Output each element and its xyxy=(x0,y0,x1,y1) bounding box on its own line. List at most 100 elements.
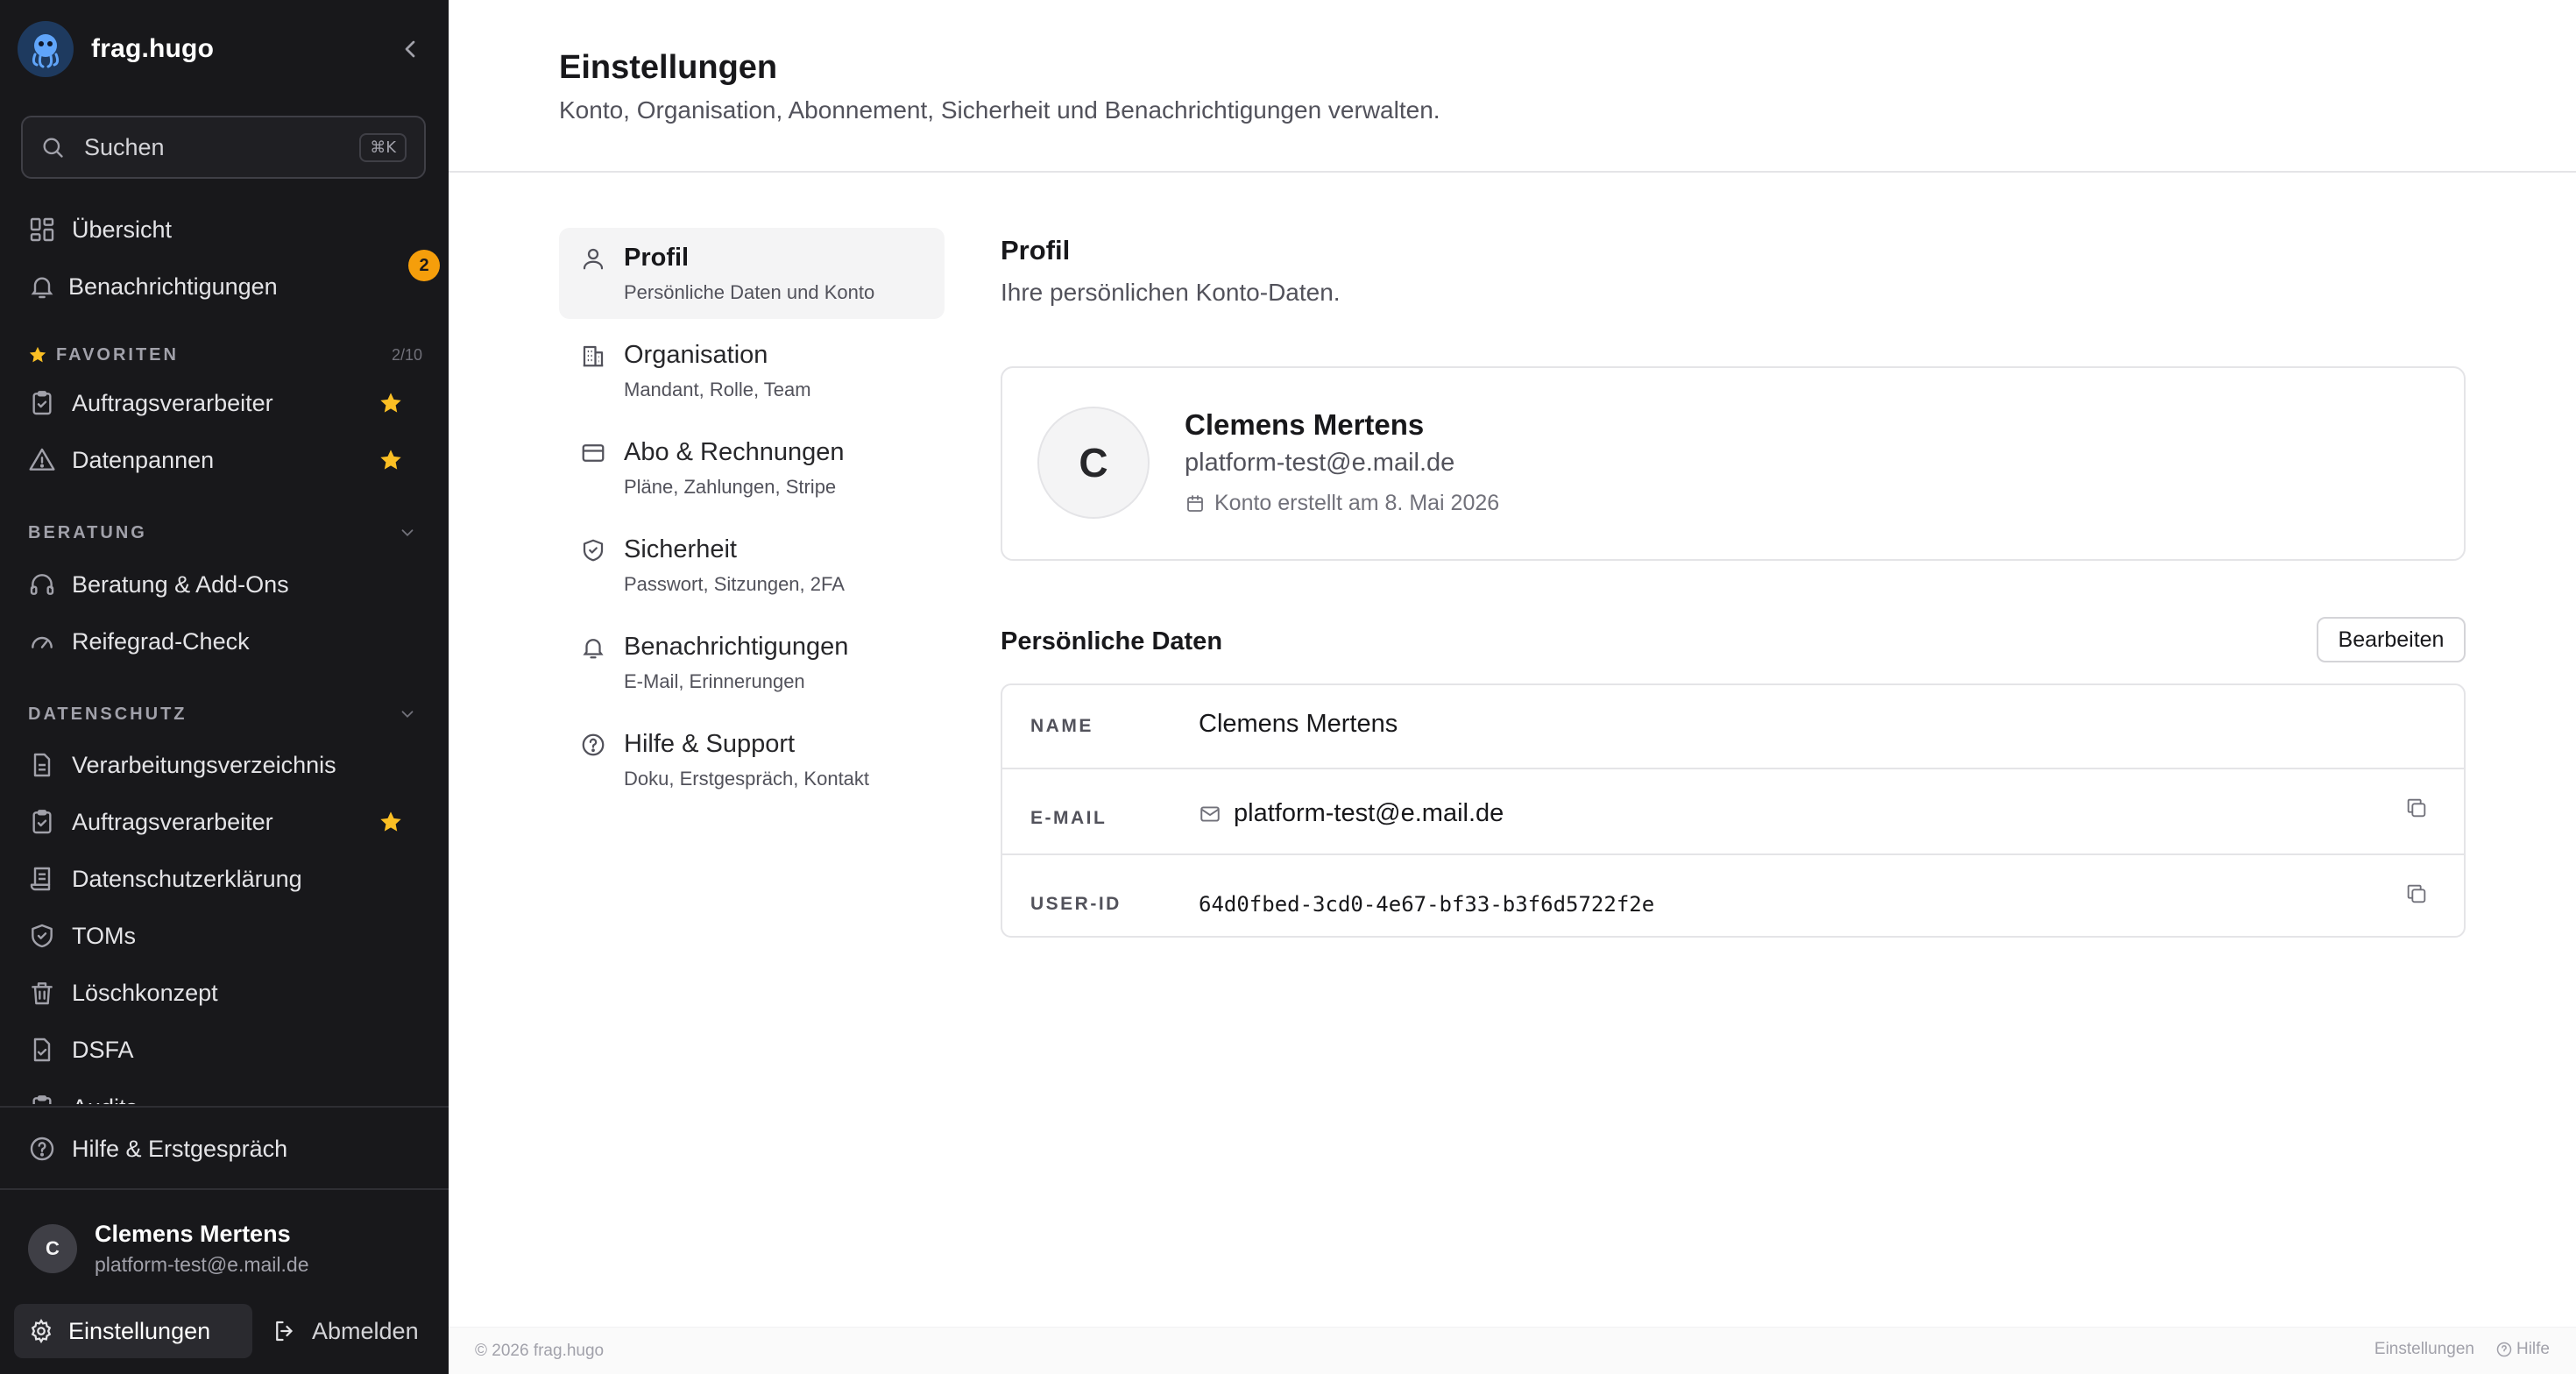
settings-nav-title: Hilfe & Support xyxy=(624,730,796,758)
credit-card-icon xyxy=(580,440,606,466)
user-name: Clemens Mertens xyxy=(95,1221,291,1247)
footer-link-help[interactable]: Hilfe xyxy=(2516,1340,2550,1359)
sidebar-item-label: DSFA xyxy=(72,1036,134,1063)
settings-nav-billing[interactable]: Abo & Rechnungen Pläne, Zahlungen, Strip… xyxy=(559,422,945,513)
sidebar-item-toms[interactable]: TOMs xyxy=(14,910,435,962)
user-profile[interactable]: C Clemens Mertens platform-test@e.mail.d… xyxy=(28,1218,431,1279)
profile-name: Clemens Mertens xyxy=(1185,408,1425,441)
section-subtitle: Ihre persönlichen Konto-Daten. xyxy=(1001,279,1341,306)
sidebar-item-deletion-concept[interactable]: Löschkonzept xyxy=(14,967,435,1019)
copy-icon[interactable] xyxy=(2404,796,2429,820)
trash-icon xyxy=(28,979,56,1007)
document-check-icon xyxy=(28,1036,56,1064)
document-icon xyxy=(28,751,56,779)
sidebar-item-fav-processors[interactable]: Auftragsverarbeiter xyxy=(14,377,435,429)
favorites-count: 2/10 xyxy=(391,345,422,364)
chevron-down-icon xyxy=(398,705,417,724)
sidebar-item-processing-register[interactable]: Verarbeitungsverzeichnis xyxy=(14,739,435,791)
sidebar-item-maturity-check[interactable]: Reifegrad-Check xyxy=(14,615,435,668)
table-row: USER-ID 64d0fbed-3cd0-4e67-bf33-b3f6d572… xyxy=(1002,855,2464,936)
page-title: Einstellungen xyxy=(559,49,778,86)
help-circle-icon xyxy=(28,1135,56,1163)
warning-triangle-icon xyxy=(28,446,56,474)
logout-button-label: Abmelden xyxy=(312,1317,419,1344)
account-created: Konto erstellt am 8. Mai 2026 xyxy=(1185,491,1499,516)
sidebar-item-label: Benachrichtigungen xyxy=(68,273,278,300)
favorite-star-icon[interactable] xyxy=(379,810,403,834)
section-privacy[interactable]: DATENSCHUTZ xyxy=(28,701,422,727)
sidebar-item-fav-breaches[interactable]: Datenpannen xyxy=(14,434,435,486)
settings-nav-desc: E-Mail, Erinnerungen xyxy=(624,670,805,692)
edit-button[interactable]: Bearbeiten xyxy=(2317,617,2466,662)
sidebar-scroll-overflow: Audits xyxy=(0,1087,449,1104)
sidebar-item-audits[interactable]: Audits xyxy=(14,1087,435,1104)
brand[interactable]: frag.hugo xyxy=(18,19,431,79)
search-icon xyxy=(40,135,65,159)
sidebar-item-help[interactable]: Hilfe & Erstgespräch xyxy=(14,1123,435,1175)
settings-nav-organisation[interactable]: Organisation Mandant, Rolle, Team xyxy=(559,325,945,416)
settings-nav-desc: Mandant, Rolle, Team xyxy=(624,379,811,400)
sidebar-item-label: Audits xyxy=(72,1094,138,1105)
notifications-badge: 2 xyxy=(408,250,440,281)
copy-icon[interactable] xyxy=(2404,882,2429,906)
favorite-star-icon[interactable] xyxy=(379,448,403,472)
sidebar-item-privacy-policy[interactable]: Datenschutzerklärung xyxy=(14,853,435,905)
star-icon xyxy=(28,345,47,365)
gear-icon xyxy=(28,1318,54,1344)
settings-nav-desc: Persönliche Daten und Konto xyxy=(624,281,875,303)
gauge-icon xyxy=(28,627,56,655)
main-content: Einstellungen Konto, Organisation, Abonn… xyxy=(449,0,2576,1374)
sidebar-item-label: Verarbeitungsverzeichnis xyxy=(72,751,336,778)
settings-nav-help[interactable]: Hilfe & Support Doku, Erstgespräch, Kont… xyxy=(559,714,945,805)
help-circle-icon xyxy=(580,732,606,758)
settings-nav-profile[interactable]: Profil Persönliche Daten und Konto xyxy=(559,228,945,319)
sidebar-item-notifications[interactable]: Benachrichtigungen xyxy=(14,260,435,313)
sidebar-item-label: Auftragsverarbeiter xyxy=(72,389,273,416)
settings-nav-title: Profil xyxy=(624,244,690,272)
profile-card: C Clemens Mertens platform-test@e.mail.d… xyxy=(1001,366,2466,561)
collapse-sidebar-icon[interactable] xyxy=(396,35,424,63)
section-privacy-label: DATENSCHUTZ xyxy=(28,704,188,724)
settings-nav-title: Abo & Rechnungen xyxy=(624,438,845,466)
sidebar-item-label: Hilfe & Erstgespräch xyxy=(72,1135,288,1162)
sidebar-divider xyxy=(0,1106,449,1108)
settings-nav-desc: Passwort, Sitzungen, 2FA xyxy=(624,573,845,595)
personal-data-table: NAME Clemens Mertens E-MAIL platform-tes… xyxy=(1001,683,2466,938)
logout-button[interactable]: Abmelden xyxy=(268,1304,435,1358)
building-icon xyxy=(580,343,606,369)
chevron-down-icon xyxy=(398,523,417,542)
search-shortcut: ⌘K xyxy=(359,132,407,162)
field-value: Clemens Mertens xyxy=(1199,710,1398,738)
account-created-text: Konto erstellt am 8. Mai 2026 xyxy=(1214,491,1500,515)
sidebar-item-label: TOMs xyxy=(72,922,136,949)
clipboard-icon xyxy=(28,1094,56,1104)
settings-nav-security[interactable]: Sicherheit Passwort, Sitzungen, 2FA xyxy=(559,520,945,611)
mail-icon xyxy=(1199,803,1221,825)
settings-nav-notifications[interactable]: Benachrichtigungen E-Mail, Erinnerungen xyxy=(559,617,945,708)
settings-button[interactable]: Einstellungen xyxy=(14,1304,252,1358)
sidebar-item-label: Übersicht xyxy=(72,216,173,243)
sidebar-item-processors[interactable]: Auftragsverarbeiter xyxy=(14,796,435,848)
clipboard-check-icon xyxy=(28,808,56,836)
footer: © 2026 frag.hugo Einstellungen Hilfe xyxy=(449,1327,2576,1374)
email-value: platform-test@e.mail.de xyxy=(1234,799,1504,827)
section-consulting[interactable]: BERATUNG xyxy=(28,520,422,546)
user-id-value: 64d0fbed-3cd0-4e67-bf33-b3f6d5722f2e xyxy=(1199,892,1655,917)
sidebar-item-consulting-addons[interactable]: Beratung & Add-Ons xyxy=(14,558,435,611)
sidebar-item-label: Datenpannen xyxy=(72,446,215,473)
favorite-star-icon[interactable] xyxy=(379,391,403,415)
sidebar-item-label: Reifegrad-Check xyxy=(72,627,250,655)
settings-nav-title: Organisation xyxy=(624,341,768,369)
field-label: E-MAIL xyxy=(1030,808,1108,828)
sidebar-item-dpia[interactable]: DSFA xyxy=(14,1023,435,1076)
avatar: C xyxy=(1037,407,1150,519)
headphones-icon xyxy=(28,570,56,598)
user-icon xyxy=(580,245,606,272)
bell-icon xyxy=(28,273,56,301)
brand-name: frag.hugo xyxy=(91,34,215,63)
settings-button-label: Einstellungen xyxy=(68,1317,211,1344)
search-button[interactable]: Suchen ⌘K xyxy=(21,116,426,179)
footer-link-settings[interactable]: Einstellungen xyxy=(2374,1340,2474,1359)
field-value: platform-test@e.mail.de xyxy=(1199,799,1504,828)
sidebar-item-overview[interactable]: Übersicht xyxy=(14,203,435,256)
